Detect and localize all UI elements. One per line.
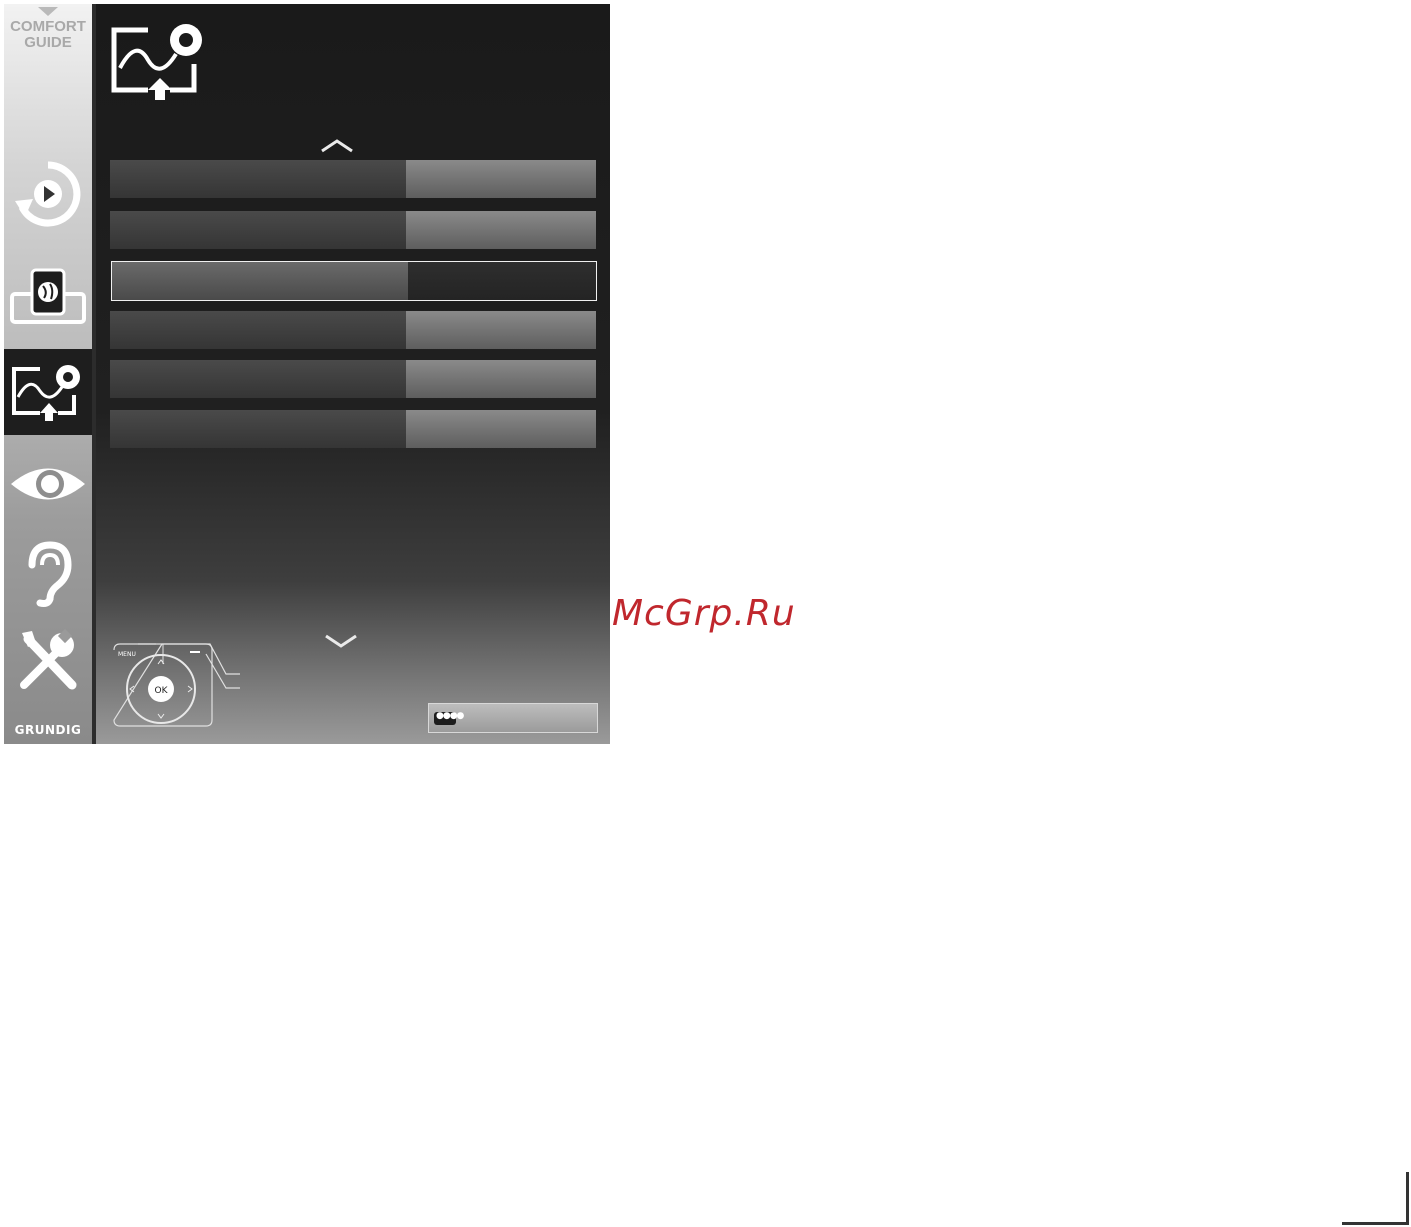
menu-row[interactable] bbox=[110, 311, 596, 349]
sidebar-item-settings[interactable] bbox=[4, 626, 92, 696]
menu-row-selected[interactable] bbox=[111, 261, 597, 301]
tv-menu-screen: COMFORT GUIDE GRUNDIG OK MENU ●●●● bbox=[4, 4, 610, 744]
page-corner-mark bbox=[1342, 1222, 1409, 1225]
sidebar-item-playback[interactable] bbox=[4, 154, 92, 234]
menu-row-value bbox=[406, 160, 596, 198]
menu-button-label: MENU bbox=[118, 651, 136, 658]
menu-row-label bbox=[110, 311, 406, 349]
tools-settings-icon bbox=[20, 629, 77, 690]
sidebar-item-network[interactable] bbox=[4, 261, 92, 331]
sidebar-item-picture[interactable] bbox=[4, 449, 92, 519]
menu-row[interactable] bbox=[110, 160, 596, 198]
sidebar-item-sound[interactable] bbox=[4, 537, 92, 611]
menu-row-label bbox=[110, 160, 406, 198]
menu-row-value bbox=[406, 410, 596, 448]
sidebar-item-source-active[interactable] bbox=[4, 349, 96, 435]
ear-sound-icon bbox=[28, 541, 72, 607]
watermark: McGrp.Ru bbox=[612, 593, 796, 634]
menu-row-value bbox=[406, 211, 596, 249]
menu-row-value bbox=[406, 360, 596, 398]
page-corner-mark bbox=[1406, 1172, 1409, 1225]
menu-row[interactable] bbox=[110, 360, 596, 398]
menu-row[interactable] bbox=[110, 211, 596, 249]
menu-row-value bbox=[406, 311, 596, 349]
scroll-down-icon[interactable] bbox=[324, 634, 358, 648]
brand-logo: GRUNDIG bbox=[14, 723, 82, 737]
status-dots: ●●●● bbox=[436, 711, 464, 721]
playback-icon bbox=[15, 161, 81, 227]
menu-row-label bbox=[112, 262, 408, 300]
network-device-icon bbox=[10, 268, 86, 324]
status-pill: ●●●● bbox=[434, 711, 464, 725]
guide-arrow-icon bbox=[38, 7, 58, 16]
menu-row-label bbox=[110, 211, 406, 249]
main-panel: OK MENU ●●●● bbox=[96, 4, 610, 744]
eye-picture-icon bbox=[11, 468, 85, 500]
menu-row-label bbox=[110, 360, 406, 398]
comfort-label: COMFORT bbox=[10, 18, 86, 35]
source-connection-icon bbox=[12, 365, 80, 421]
menu-row-value bbox=[408, 262, 596, 300]
menu-row[interactable] bbox=[110, 410, 596, 448]
header-source-icon bbox=[111, 24, 202, 100]
remote-navigation-hint: OK MENU bbox=[113, 643, 240, 727]
scroll-up-icon[interactable] bbox=[320, 139, 354, 153]
ok-button-label: OK bbox=[155, 686, 169, 696]
status-indicator-box: ●●●● bbox=[428, 703, 598, 733]
menu-row-label bbox=[110, 410, 406, 448]
guide-label: GUIDE bbox=[24, 34, 72, 51]
